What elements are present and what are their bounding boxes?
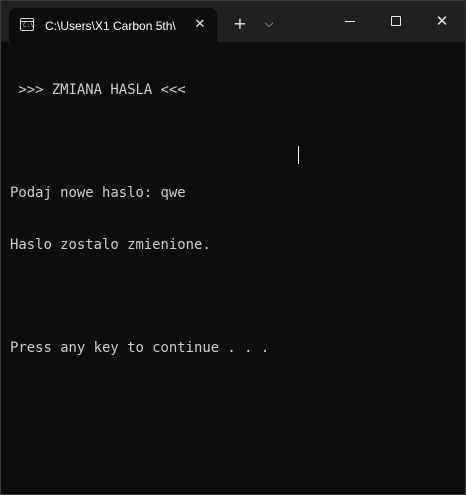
tab-close-button[interactable]: ✕: [190, 15, 210, 35]
close-icon: ✕: [435, 12, 449, 30]
tab-command-prompt[interactable]: C:\ C:\Users\X1 Carbon 5th\ ✕: [9, 8, 217, 42]
terminal-icon: C:\: [20, 18, 34, 31]
minimize-button[interactable]: [327, 1, 373, 42]
text-cursor: [298, 146, 299, 164]
tab-title: C:\Users\X1 Carbon 5th\: [45, 19, 176, 33]
terminal-window: C:\ C:\Users\X1 Carbon 5th\ ✕ + ⌵ ✕ >>> …: [0, 0, 466, 495]
console-line-password-changed: Haslo zostalo zmienione.: [10, 236, 211, 253]
console-line-password-prompt: Podaj nowe haslo: qwe: [10, 185, 186, 201]
console-line-header: >>> ZMIANA HASLA <<<: [10, 82, 186, 98]
close-window-button[interactable]: ✕: [419, 1, 465, 42]
new-tab-button[interactable]: +: [230, 14, 250, 34]
minimize-icon: [345, 21, 355, 22]
maximize-button[interactable]: [373, 1, 419, 42]
maximize-icon: [391, 16, 401, 26]
console-output[interactable]: >>> ZMIANA HASLA <<< Podaj nowe haslo: q…: [10, 49, 269, 390]
console-line-press-any-key: Press any key to continue . . .: [10, 339, 270, 356]
title-bar[interactable]: C:\ C:\Users\X1 Carbon 5th\ ✕ + ⌵ ✕: [1, 1, 465, 42]
chevron-down-icon[interactable]: ⌵: [259, 14, 279, 34]
